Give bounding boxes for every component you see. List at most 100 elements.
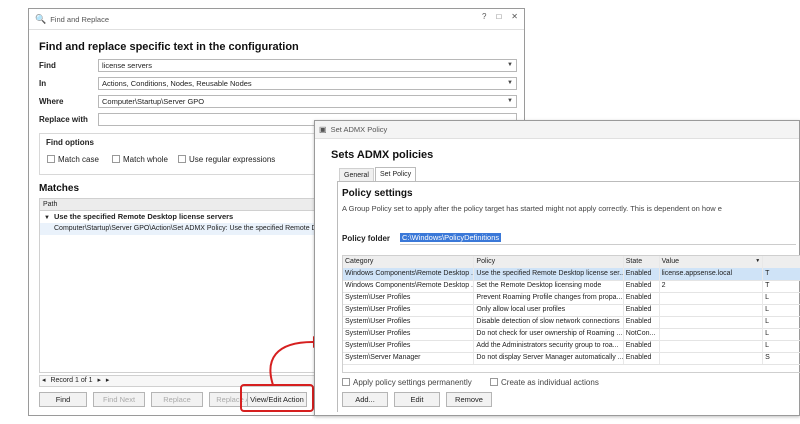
last-record-icon[interactable]: ▸ xyxy=(106,377,110,384)
policy-description: A Group Policy set to apply after the po… xyxy=(342,204,722,213)
row-category: System\User Profiles xyxy=(343,328,475,340)
next-record-icon[interactable]: ▸ xyxy=(97,377,101,384)
find-replace-app-icon: 🔍 xyxy=(35,13,47,24)
row-value: license.appsense.local xyxy=(660,268,764,280)
set-policy-panel: Policy settings A Group Policy set to ap… xyxy=(337,181,800,412)
row-value xyxy=(660,340,764,352)
window-title: Find and Replace xyxy=(50,14,110,24)
chevron-down-icon[interactable]: ▼ xyxy=(507,96,513,107)
row-extra: T xyxy=(763,268,800,280)
checkbox-box[interactable] xyxy=(490,378,498,386)
find-next-button[interactable]: Find Next xyxy=(93,392,145,407)
row-extra: S xyxy=(763,352,800,364)
row-value xyxy=(660,304,764,316)
expand-chevron-icon[interactable]: ▼ xyxy=(44,215,50,221)
regex-checkbox[interactable]: Use regular expressions xyxy=(178,155,275,164)
help-icon[interactable]: ? xyxy=(482,12,486,21)
find-button[interactable]: Find xyxy=(39,392,87,407)
policy-grid: Category Policy State Value ▼ Windows Co… xyxy=(342,255,800,373)
value-column-label: Value xyxy=(661,258,680,265)
match-whole-checkbox[interactable]: Match whole xyxy=(112,155,168,164)
row-state: Enabled xyxy=(624,352,660,364)
apply-permanent-label: Apply policy settings permanently xyxy=(353,378,472,387)
row-state: Enabled xyxy=(624,280,660,292)
path-header-label: Path xyxy=(43,201,58,208)
row-state: NotCon... xyxy=(624,328,660,340)
tab-set-policy[interactable]: Set Policy xyxy=(375,167,417,182)
row-policy: Do not check for user ownership of Roami… xyxy=(474,328,624,340)
find-replace-heading: Find and replace specific text in the co… xyxy=(39,41,299,53)
where-select[interactable]: Computer\Startup\Server GPO ▼ xyxy=(98,95,517,108)
checkbox-box[interactable] xyxy=(342,378,350,386)
edit-button[interactable]: Edit xyxy=(394,392,440,407)
create-individual-label: Create as individual actions xyxy=(501,378,599,387)
row-value: 2 xyxy=(660,280,764,292)
row-value xyxy=(660,352,764,364)
row-category: Windows Components\Remote Desktop ... xyxy=(343,268,475,280)
row-value xyxy=(660,328,764,340)
row-category: System\User Profiles xyxy=(343,340,475,352)
value-column-header[interactable]: Value ▼ xyxy=(660,256,764,268)
admx-app-icon: ▣ xyxy=(319,125,327,134)
row-policy: Add the Administrators security group to… xyxy=(474,340,624,352)
find-label: Find xyxy=(39,61,56,70)
checkbox-box[interactable] xyxy=(112,155,120,163)
policy-column-header[interactable]: Policy xyxy=(474,256,624,268)
checkbox-box[interactable] xyxy=(178,155,186,163)
admx-window: ▣ Set ADMX Policy Sets ADMX policies Gen… xyxy=(314,120,800,416)
record-label: Record 1 of 1 xyxy=(50,377,93,384)
where-label: Where xyxy=(39,97,64,106)
tab-general[interactable]: General xyxy=(339,168,374,182)
policy-folder-value: C:\Windows\PolicyDefinitions xyxy=(400,233,502,242)
row-state: Enabled xyxy=(624,268,660,280)
row-policy: Use the specified Remote Desktop license… xyxy=(474,268,624,280)
row-policy: Set the Remote Desktop licensing mode xyxy=(474,280,624,292)
match-case-label: Match case xyxy=(58,155,99,164)
remove-button[interactable]: Remove xyxy=(446,392,492,407)
replace-button[interactable]: Replace xyxy=(151,392,203,407)
tab-set-policy-label: Set Policy xyxy=(380,171,412,178)
in-value: Actions, Conditions, Nodes, Reusable Nod… xyxy=(102,79,252,88)
row-extra: L xyxy=(763,340,800,352)
find-options-title: Find options xyxy=(46,138,94,147)
chevron-down-icon[interactable]: ▼ xyxy=(507,60,513,71)
policy-folder-input[interactable]: C:\Windows\PolicyDefinitions xyxy=(400,232,796,245)
apply-permanent-checkbox[interactable]: Apply policy settings permanently xyxy=(342,378,472,387)
in-select[interactable]: Actions, Conditions, Nodes, Reusable Nod… xyxy=(98,77,517,90)
close-icon[interactable]: ✕ xyxy=(511,12,518,21)
row-state: Enabled xyxy=(624,292,660,304)
admx-heading: Sets ADMX policies xyxy=(331,149,434,161)
row-extra: T xyxy=(763,280,800,292)
first-record-icon[interactable]: ◂ xyxy=(42,377,46,384)
row-category: System\Server Manager xyxy=(343,352,475,364)
policy-folder-label: Policy folder xyxy=(342,234,391,243)
match-group-label: Use the specified Remote Desktop license… xyxy=(53,212,234,221)
row-state: Enabled xyxy=(624,304,660,316)
checkbox-box[interactable] xyxy=(47,155,55,163)
row-extra: L xyxy=(763,292,800,304)
admx-titlebar: ▣ Set ADMX Policy xyxy=(315,121,799,139)
maximize-icon[interactable]: □ xyxy=(496,12,501,21)
chevron-down-icon[interactable]: ▼ xyxy=(507,78,513,89)
row-policy: Disable detection of slow network connec… xyxy=(474,316,624,328)
create-individual-checkbox[interactable]: Create as individual actions xyxy=(490,378,599,387)
add-button[interactable]: Add... xyxy=(342,392,388,407)
policy-row[interactable]: System\Server Manager Do not display Serv… xyxy=(343,352,800,365)
row-value xyxy=(660,292,764,304)
tab-general-label: General xyxy=(344,172,369,179)
row-extra: L xyxy=(763,328,800,340)
row-value xyxy=(660,316,764,328)
row-category: Windows Components\Remote Desktop ... xyxy=(343,280,475,292)
state-column-header[interactable]: State xyxy=(624,256,660,268)
row-category: System\User Profiles xyxy=(343,304,475,316)
row-category: System\User Profiles xyxy=(343,316,475,328)
extra-column-header[interactable] xyxy=(763,256,800,268)
in-label: In xyxy=(39,79,47,88)
find-input[interactable]: license servers ▼ xyxy=(98,59,517,72)
chevron-down-icon[interactable]: ▼ xyxy=(755,256,760,267)
match-case-checkbox[interactable]: Match case xyxy=(47,155,99,164)
find-value: license servers xyxy=(102,61,153,70)
row-extra: L xyxy=(763,304,800,316)
row-policy: Do not display Server Manager automatica… xyxy=(474,352,624,364)
category-column-header[interactable]: Category xyxy=(343,256,475,268)
